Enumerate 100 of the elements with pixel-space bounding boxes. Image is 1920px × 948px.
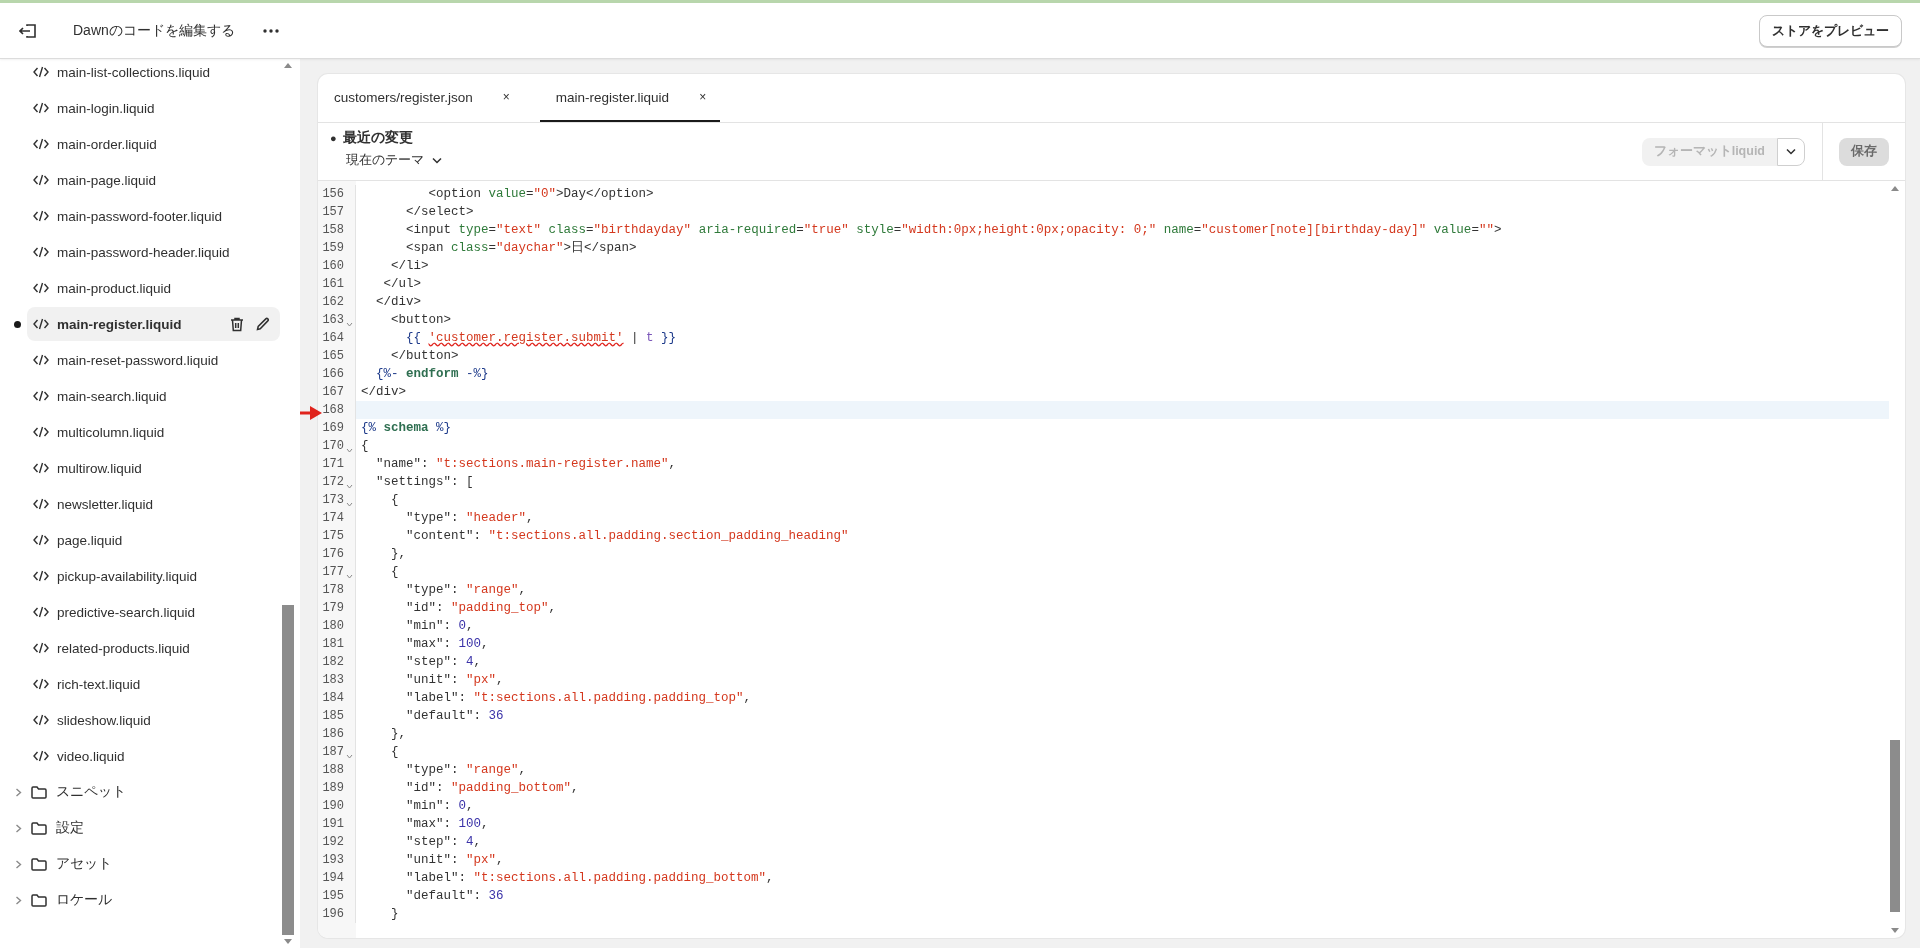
theme-dropdown[interactable]: 現在のテーマ [330, 151, 442, 169]
exit-icon[interactable] [19, 22, 37, 39]
code-line: "default": 36 [405, 888, 505, 905]
file-item[interactable]: main-page.liquid [27, 163, 280, 197]
line-number: 161 [322, 277, 344, 291]
code-icon [33, 606, 49, 618]
line-number: 184 [322, 691, 344, 705]
scroll-down-icon[interactable] [1891, 928, 1899, 933]
code-icon [33, 498, 49, 510]
line-number: 164 [322, 331, 344, 345]
line-number: 194 [322, 871, 344, 885]
line-number: 173 [322, 493, 344, 507]
code-icon [33, 354, 49, 366]
line-number: 176 [322, 547, 344, 561]
code-line: "step": 4, [405, 834, 483, 851]
file-item[interactable]: main-login.liquid [27, 91, 280, 125]
line-number: 159 [322, 241, 344, 255]
recent-changes-label: 最近の変更 [342, 129, 413, 147]
code-line: "max": 100, [405, 816, 490, 833]
file-item[interactable]: main-reset-password.liquid [27, 343, 280, 377]
code-line: <input type="text" class="birthdayday" aria-required="true" style="width:0px;height:0px;opacity: 0;" name="customer[note][birthday-day]" value=""> [405, 222, 1503, 239]
line-number: 171 [322, 457, 344, 471]
fold-caret-icon[interactable] [346, 502, 353, 507]
file-item[interactable]: page.liquid [27, 523, 280, 557]
scrollbar-thumb[interactable] [282, 605, 294, 935]
file-item[interactable]: video.liquid [27, 739, 280, 773]
preview-store-button[interactable]: ストアをプレビュー [1759, 14, 1902, 47]
line-number: 180 [322, 619, 344, 633]
line-number: 178 [322, 583, 344, 597]
folder-icon [31, 785, 47, 799]
file-item[interactable]: main-list-collections.liquid [27, 59, 280, 89]
code-line: "step": 4, [405, 654, 483, 671]
code-line: </li> [390, 258, 430, 275]
code-line: "label": "t:sections.all.padding.padding_bottom", [405, 870, 775, 887]
code-icon [33, 570, 49, 582]
code-line: { [390, 744, 400, 761]
line-number: 165 [322, 349, 344, 363]
close-tab-button[interactable]: × [502, 90, 510, 104]
trash-icon[interactable] [230, 316, 244, 332]
file-tab[interactable]: customers/register.json × [334, 74, 524, 122]
file-tab[interactable]: main-register.liquid × [539, 74, 721, 122]
scrollbar-thumb[interactable] [1890, 740, 1900, 912]
code-line: </div> [360, 384, 407, 401]
code-line: "default": 36 [405, 708, 505, 725]
folder-item[interactable]: アセット [0, 846, 300, 882]
line-number: 188 [322, 763, 344, 777]
file-item[interactable]: main-register.liquid [27, 307, 280, 341]
code-line: {%- endform -%} [375, 366, 490, 383]
line-number: 181 [322, 637, 344, 651]
file-item[interactable]: multirow.liquid [27, 451, 280, 485]
fold-caret-icon[interactable] [346, 484, 353, 489]
code-line: "min": 0, [405, 798, 475, 815]
file-item[interactable]: pickup-availability.liquid [27, 559, 280, 593]
file-item[interactable]: predictive-search.liquid [27, 595, 280, 629]
file-item[interactable]: main-product.liquid [27, 271, 280, 305]
folder-item[interactable]: ロケール [0, 882, 300, 918]
file-item[interactable]: related-products.liquid [27, 631, 280, 665]
pencil-icon[interactable] [256, 317, 270, 331]
line-number: 169 [322, 421, 344, 435]
code-line: "name": "t:sections.main-register.name", [375, 456, 678, 473]
file-item[interactable]: multicolumn.liquid [27, 415, 280, 449]
scroll-down-icon[interactable] [284, 939, 292, 944]
code-line: "type": "range", [405, 762, 528, 779]
folder-item[interactable]: スニペット [0, 774, 300, 810]
scroll-up-icon[interactable] [1891, 186, 1899, 191]
chevron-down-icon [432, 156, 442, 164]
file-item[interactable]: main-order.liquid [27, 127, 280, 161]
line-number: 187 [322, 745, 344, 759]
line-number: 158 [322, 223, 344, 237]
fold-caret-icon[interactable] [346, 322, 353, 327]
fold-caret-icon[interactable] [346, 754, 353, 759]
close-tab-button[interactable]: × [699, 90, 707, 104]
file-item[interactable]: rich-text.liquid [27, 667, 280, 701]
file-item[interactable]: main-password-footer.liquid [27, 199, 280, 233]
line-number: 166 [322, 367, 344, 381]
scroll-up-icon[interactable] [284, 63, 292, 68]
file-item[interactable]: main-search.liquid [27, 379, 280, 413]
code-line: <button> [390, 312, 452, 329]
page-title: Dawnのコードを編集する [73, 21, 235, 40]
folder-icon [31, 893, 47, 907]
code-line: {% schema %} [360, 420, 453, 437]
file-item[interactable]: newsletter.liquid [27, 487, 280, 521]
folder-item[interactable]: 設定 [0, 810, 300, 846]
file-item[interactable]: main-password-header.liquid [27, 235, 280, 269]
code-line: { [390, 492, 400, 509]
fold-caret-icon[interactable] [346, 448, 353, 453]
code-icon [33, 462, 49, 474]
more-icon[interactable] [262, 28, 279, 33]
code-line: {{ 'customer.register.submit' | t }} [405, 330, 678, 347]
code-line: }, [390, 726, 407, 743]
line-number: 174 [322, 511, 344, 525]
code-line: "max": 100, [405, 636, 490, 653]
line-number: 175 [322, 529, 344, 543]
code-icon [33, 750, 49, 762]
line-number: 189 [322, 781, 344, 795]
code-line: <option value="0">Day</option> [427, 186, 655, 203]
fold-caret-icon[interactable] [346, 574, 353, 579]
line-number: 192 [322, 835, 344, 849]
code-line: }, [390, 546, 407, 563]
file-item[interactable]: slideshow.liquid [27, 703, 280, 737]
